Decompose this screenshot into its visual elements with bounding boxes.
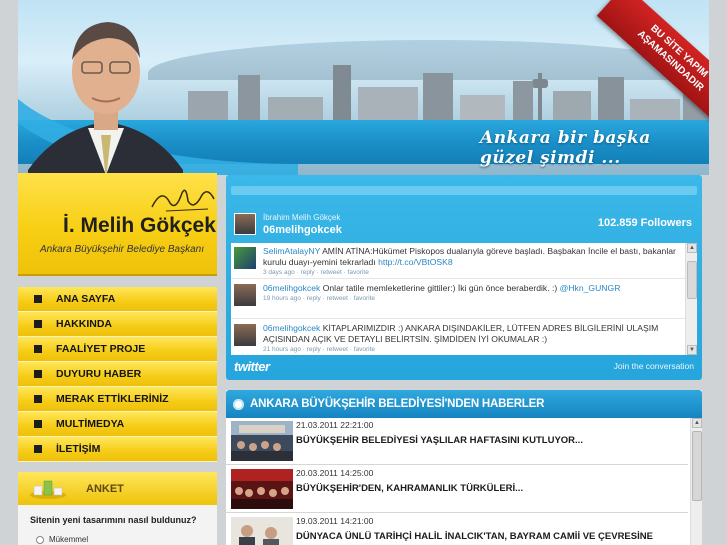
nav-item-label: MERAK ETTİKLERİNİZ: [56, 393, 169, 405]
news-item[interactable]: 19.03.2011 14:21:00 DÜNYACA ÜNLÜ TARİHÇİ…: [226, 514, 688, 545]
nav-item-hakkinda[interactable]: HAKKINDA: [18, 312, 217, 337]
profile-card: İ. Melih Gökçek Ankara Büyükşehir Beledi…: [18, 173, 217, 276]
tweet-text: 06melihgokcek KİTAPLARIMIZDIR :) ANKARA …: [263, 323, 683, 345]
nav-item-label: HAKKINDA: [56, 318, 112, 330]
tweet-avatar[interactable]: [234, 284, 256, 306]
news-headline[interactable]: BÜYÜKŞEHİR BELEDİYESİ YAŞLILAR HAFTASINI…: [296, 435, 583, 446]
tweet-meta[interactable]: 19 hours ago · reply · retweet · favorit…: [263, 295, 375, 302]
tweet-scrollbar[interactable]: ▲ ▼: [685, 243, 697, 355]
square-bullet-icon: [34, 320, 42, 328]
news-headline[interactable]: BÜYÜKŞEHİR'DEN, KAHRAMANLIK TÜRKÜLERİ...: [296, 483, 523, 494]
radio-button[interactable]: [36, 535, 44, 544]
poll-question: Sitenin yeni tasarımını nasıl buldunuz?: [30, 515, 197, 525]
square-bullet-icon: [34, 445, 42, 453]
widget-top-bar: [231, 186, 697, 195]
join-conversation-link[interactable]: Join the conversation: [614, 361, 694, 371]
twitter-handle[interactable]: 06melihgokcek: [263, 224, 342, 236]
nav-item-label: İLETİŞİM: [56, 443, 101, 455]
poll-option[interactable]: Mükemmel: [36, 535, 217, 544]
tweet-item: 06melihgokcek Onlar tatile memleketlerin…: [231, 280, 687, 319]
nav-item-label: ANA SAYFA: [56, 293, 116, 305]
nav-item-merak-ettikleriniz[interactable]: MERAK ETTİKLERİNİZ: [18, 387, 217, 412]
poll-header: ANKET: [18, 472, 217, 505]
news-header: ANKARA BÜYÜKŞEHİR BELEDİYESİ'NDEN HABERL…: [226, 390, 702, 418]
main-nav: ANA SAYFA HAKKINDA FAALİYET PROJE DUYURU…: [18, 287, 217, 462]
nav-item-label: MULTİMEDYA: [56, 418, 125, 430]
square-bullet-icon: [34, 295, 42, 303]
tweet-username[interactable]: 06melihgokcek: [263, 283, 320, 293]
square-bullet-icon: [34, 395, 42, 403]
nav-item-label: DUYURU HABER: [56, 368, 142, 380]
news-date: 19.03.2011 14:21:00: [296, 516, 374, 526]
news-date: 20.03.2011 14:25:00: [296, 468, 374, 478]
news-item[interactable]: 20.03.2011 14:25:00 BÜYÜKŞEHİR'DEN, KAHR…: [226, 466, 688, 513]
poll-title: ANKET: [86, 482, 124, 495]
news-panel: ANKARA BÜYÜKŞEHİR BELEDİYESİ'NDEN HABERL…: [226, 390, 702, 545]
tweet-body: Onlar tatile memleketlerine gittiler:) İ…: [320, 283, 560, 293]
tweet-list: SelimAtalayNY AMİN ATİNA:Hükümet Piskopo…: [231, 243, 697, 355]
twitter-real-name: İbrahim Melih Gökçek: [263, 213, 341, 222]
tweet-item: SelimAtalayNY AMİN ATİNA:Hükümet Piskopo…: [231, 243, 687, 279]
tweet-username[interactable]: 06melihgokcek: [263, 323, 320, 333]
twitter-widget: İbrahim Melih Gökçek 06melihgokcek 102.8…: [226, 175, 702, 380]
scroll-up-icon[interactable]: ▲: [687, 243, 697, 253]
construction-ribbon: BU SİTE YAPIM AŞAMASINDADIR: [579, 0, 709, 130]
nav-item-faaliyet-proje[interactable]: FAALİYET PROJE: [18, 337, 217, 362]
tweet-item: 06melihgokcek KİTAPLARIMIZDIR :) ANKARA …: [231, 320, 687, 355]
tweet-avatar[interactable]: [234, 247, 256, 269]
tweet-link[interactable]: @Hkn_GUNGR: [560, 283, 621, 293]
news-item[interactable]: 21.03.2011 22:21:00 BÜYÜKŞEHİR BELEDİYES…: [226, 418, 688, 465]
square-bullet-icon: [34, 345, 42, 353]
tweet-meta[interactable]: 3 days ago · reply · retweet · favorite: [263, 269, 369, 276]
news-headline[interactable]: DÜNYACA ÜNLÜ TARİHÇİ HALİL İNALCIK'TAN, …: [296, 531, 653, 542]
twitter-followers-count: 102.859 Followers: [597, 217, 692, 229]
news-thumbnail[interactable]: [231, 421, 293, 461]
scroll-down-icon[interactable]: ▼: [687, 345, 697, 355]
twitter-logo[interactable]: twitter: [234, 359, 270, 374]
scrollbar-thumb[interactable]: [687, 261, 697, 299]
tweet-text: SelimAtalayNY AMİN ATİNA:Hükümet Piskopo…: [263, 246, 683, 268]
tweet-text: 06melihgokcek Onlar tatile memleketlerin…: [263, 283, 683, 294]
signature-mark: [151, 189, 215, 212]
news-title: ANKARA BÜYÜKŞEHİR BELEDİYESİ'NDEN HABERL…: [250, 398, 545, 410]
tweet-meta[interactable]: 21 hours ago · reply · retweet · favorit…: [263, 346, 375, 353]
nav-item-duyuru-haber[interactable]: DUYURU HABER: [18, 362, 217, 387]
tweet-username[interactable]: SelimAtalayNY: [263, 246, 320, 256]
header-slogan: Ankara bir başka güzel şimdi ...: [480, 128, 651, 168]
scroll-up-icon[interactable]: ▲: [692, 418, 702, 428]
tweet-body: AMİN ATİNA:Hükümet Piskopos dualarıyla g…: [263, 246, 676, 267]
twitter-avatar[interactable]: [234, 213, 256, 235]
nav-item-ana-sayfa[interactable]: ANA SAYFA: [18, 287, 217, 312]
tweet-body: KİTAPLARIMIZDIR :) ANKARA DIŞINDAKİLER, …: [263, 323, 659, 344]
nav-item-multimedya[interactable]: MULTİMEDYA: [18, 412, 217, 437]
poll-option-label: Mükemmel: [49, 535, 89, 544]
tweet-link[interactable]: http://t.co/VBtOSK8: [378, 257, 453, 267]
poll-panel: ANKET Sitenin yeni tasarımını nasıl buld…: [18, 472, 217, 545]
circle-bullet-icon: [233, 398, 244, 410]
tweet-avatar[interactable]: [234, 324, 256, 346]
news-thumbnail[interactable]: [231, 469, 293, 509]
news-thumbnail[interactable]: [231, 517, 293, 545]
profile-name: İ. Melih Gökçek: [63, 214, 216, 237]
bar-chart-icon: [30, 480, 66, 499]
news-date: 21.03.2011 22:21:00: [296, 420, 374, 430]
nav-item-iletisim[interactable]: İLETİŞİM: [18, 437, 217, 462]
twitter-profile-header: İbrahim Melih Gökçek 06melihgokcek 102.8…: [226, 207, 702, 241]
square-bullet-icon: [34, 420, 42, 428]
news-scrollbar[interactable]: ▲: [690, 418, 702, 545]
scrollbar-thumb[interactable]: [692, 431, 702, 501]
profile-title: Ankara Büyükşehir Belediye Başkanı: [40, 244, 204, 255]
square-bullet-icon: [34, 370, 42, 378]
nav-item-label: FAALİYET PROJE: [56, 343, 146, 355]
news-list: 21.03.2011 22:21:00 BÜYÜKŞEHİR BELEDİYES…: [226, 418, 688, 545]
